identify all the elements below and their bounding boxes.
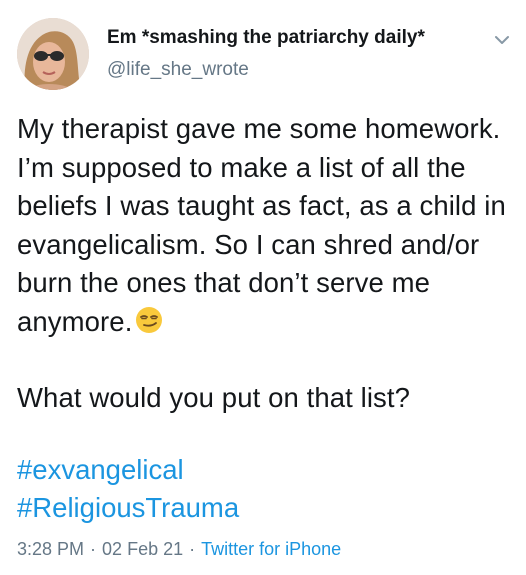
hashtag-link[interactable]: #ReligiousTrauma xyxy=(17,489,239,527)
hashtag-link[interactable]: #exvangelical xyxy=(17,451,239,489)
display-name[interactable]: Em *smashing the patriarchy daily* xyxy=(107,26,425,50)
hashtag-list: #exvangelical #ReligiousTrauma xyxy=(17,451,239,527)
separator: · xyxy=(189,539,196,559)
tweet-paragraph-2: What would you put on that list? xyxy=(17,382,411,413)
tweet-meta: 3:28 PM · 02 Feb 21 · Twitter for iPhone xyxy=(17,537,341,561)
tweet-time[interactable]: 3:28 PM xyxy=(17,539,84,559)
avatar[interactable] xyxy=(17,18,89,90)
tweet-source-link[interactable]: Twitter for iPhone xyxy=(201,539,341,559)
tweet-date[interactable]: 02 Feb 21 xyxy=(102,539,183,559)
tweet-paragraph-1: My therapist gave me some homework. I’m … xyxy=(17,113,506,337)
user-handle[interactable]: @life_she_wrote xyxy=(107,58,425,82)
author-block: Em *smashing the patriarchy daily* @life… xyxy=(107,26,425,82)
smirking-face-icon xyxy=(134,305,164,346)
tweet-text: My therapist gave me some homework. I’m … xyxy=(17,110,517,418)
profile-photo xyxy=(17,18,89,90)
tweet-card: Em *smashing the patriarchy daily* @life… xyxy=(0,0,526,575)
separator: · xyxy=(90,539,97,559)
tweet-paragraph: My therapist gave me some homework. I’m … xyxy=(17,110,517,345)
chevron-down-icon[interactable] xyxy=(490,28,514,52)
